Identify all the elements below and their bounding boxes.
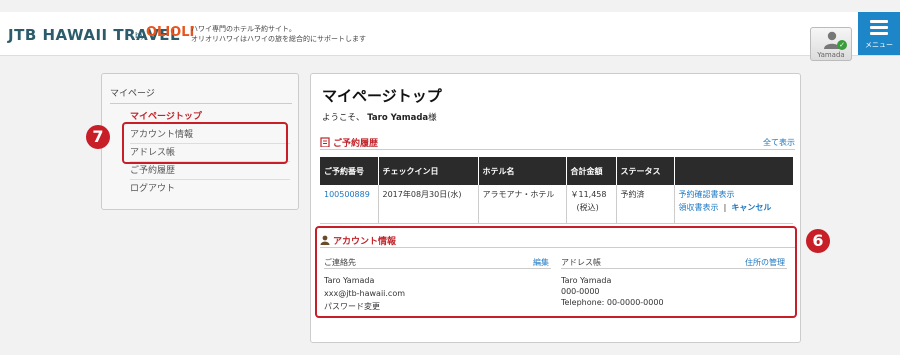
menu-label: メニュー [865,41,893,49]
clipboard-icon [320,137,330,147]
reservation-history-title: ご予約履歴 [320,136,378,149]
col-reservation-number: ご予約番号 [320,157,379,185]
check-icon: ✓ [837,40,847,50]
sidebar-item-reservations[interactable]: ご予約履歴 [130,162,290,180]
reservation-history-header: ご予約履歴 全て表示 [320,134,795,150]
hamburger-icon [870,20,888,38]
highlight-box-7 [122,122,288,164]
link-separator: | [723,203,727,212]
tax-note: (税込) [576,203,599,212]
sidebar-divider [110,103,292,104]
show-all-link[interactable]: 全て表示 [763,137,795,148]
sidebar-item-logout[interactable]: ログアウト [130,180,290,198]
col-hotel-name: ホテル名 [478,157,567,185]
welcome-message: ようこそ、 Taro Yamada様 [322,113,437,123]
amount-cell: ￥11,458 (税込) [566,185,617,224]
sidebar-title: マイページ [110,89,155,99]
top-strip [0,0,900,12]
actions-cell: 予約確認書表示 領収書表示 | キャンセル [674,185,793,224]
highlight-box-6 [315,226,797,318]
col-total-amount: 合計金額 [566,157,617,185]
col-actions [674,157,793,185]
reservation-table: ご予約番号 チェックイン日 ホテル名 合計金額 ステータス 100500889 … [320,157,793,224]
site-header: JTB HAWAII TRAVEL by OLIOLI ハワイ専門のホテル予約サ… [0,12,900,61]
callout-badge-7: 7 [86,125,110,149]
reservation-number-link[interactable]: 100500889 [324,190,370,199]
tagline-line-2: オリオリハワイはハワイの旅を総合的にサポートします [191,35,366,43]
tagline-line-1: ハワイ専門のホテル予約サイト。 [191,25,296,33]
welcome-name: Taro Yamada [367,113,429,123]
col-checkin-date: チェックイン日 [378,157,479,185]
user-name-label: Yamada [817,51,845,59]
cancel-link[interactable]: キャンセル [731,203,771,212]
receipt-link[interactable]: 領収書表示 [679,203,719,212]
user-account-button[interactable]: ✓ Yamada [810,27,852,61]
col-status: ステータス [616,157,675,185]
confirmation-link[interactable]: 予約確認書表示 [679,190,735,199]
checkin-date-cell: 2017年08月30日(水) [378,185,479,224]
menu-button[interactable]: メニュー [858,12,900,55]
site-tagline: ハワイ専門のホテル予約サイト。 オリオリハワイはハワイの旅を総合的にサポートしま… [191,24,391,44]
olioli-logo: OLIOLI [146,25,195,40]
table-row: 100500889 2017年08月30日(水) アラモアナ・ホテル ￥11,4… [320,185,793,224]
amount-value: ￥11,458 [570,190,607,199]
status-cell: 予約済 [616,185,675,224]
callout-badge-6: 6 [806,229,830,253]
logo-by: by [135,31,145,40]
table-header-row: ご予約番号 チェックイン日 ホテル名 合計金額 ステータス [320,157,793,185]
page-title: マイページトップ [322,87,442,105]
hotel-name-cell: アラモアナ・ホテル [478,185,567,224]
